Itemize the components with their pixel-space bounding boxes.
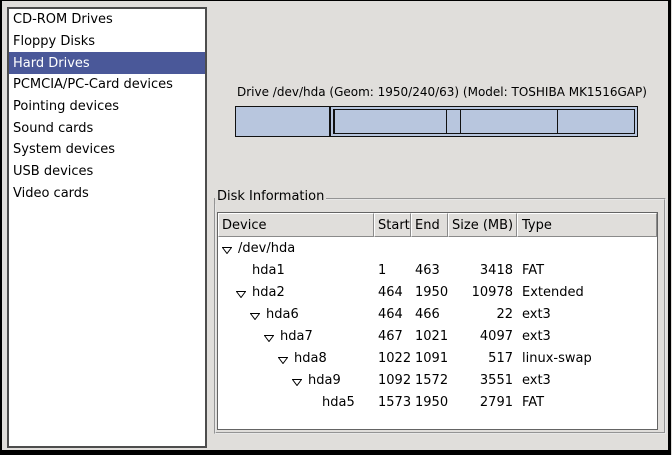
- category-item[interactable]: Video cards: [9, 183, 205, 205]
- expander-icon[interactable]: [222, 247, 232, 254]
- category-item[interactable]: Sound cards: [9, 117, 205, 139]
- size-value: 2791: [448, 395, 517, 410]
- disk-information-table: DeviceStartEndSize (MB)Type /dev/hda hda1…: [217, 212, 658, 430]
- size-value: 3418: [448, 263, 517, 278]
- type-value: Extended: [517, 285, 657, 300]
- expander-icon[interactable]: [236, 291, 246, 298]
- start-value: 1092: [374, 373, 411, 388]
- type-value: ext3: [517, 307, 657, 322]
- device-name: hda2: [252, 285, 285, 300]
- category-item[interactable]: USB devices: [9, 161, 205, 183]
- device-name: hda7: [280, 329, 313, 344]
- expander-icon[interactable]: [278, 357, 288, 364]
- category-item[interactable]: PCMCIA/PC-Card devices: [9, 74, 205, 96]
- start-value: 467: [374, 329, 411, 344]
- disk-information-label: Disk Information: [215, 189, 326, 204]
- table-row-hda6[interactable]: hda6 46446622ext3: [218, 303, 657, 325]
- category-item[interactable]: System devices: [9, 139, 205, 161]
- table-header-row: DeviceStartEndSize (MB)Type: [218, 213, 657, 237]
- column-header-end[interactable]: End: [411, 213, 448, 237]
- table-row--dev-hda[interactable]: /dev/hda: [218, 237, 657, 259]
- type-value: linux-swap: [517, 351, 657, 366]
- device-category-list: CD-ROM DrivesFloppy DisksHard DrivesPCMC…: [7, 7, 207, 448]
- start-value: 1022: [374, 351, 411, 366]
- partition-segment-hda9: [461, 110, 558, 133]
- start-value: 464: [374, 307, 411, 322]
- type-value: ext3: [517, 329, 657, 344]
- drive-info-label: Drive /dev/hda (Geom: 1950/240/63) (Mode…: [237, 85, 647, 99]
- end-value: 1572: [411, 373, 448, 388]
- expander-icon[interactable]: [250, 313, 260, 320]
- size-value: 517: [448, 351, 517, 366]
- size-value: 22: [448, 307, 517, 322]
- type-value: FAT: [517, 263, 657, 278]
- device-name: hda6: [266, 307, 299, 322]
- type-value: FAT: [517, 395, 657, 410]
- type-value: ext3: [517, 373, 657, 388]
- end-value: 1021: [411, 329, 448, 344]
- start-value: 1: [374, 263, 411, 278]
- table-row-hda2[interactable]: hda2 464195010978Extended: [218, 281, 657, 303]
- partition-bar: [235, 106, 638, 137]
- device-name: hda1: [252, 263, 285, 278]
- category-item[interactable]: Hard Drives: [9, 52, 205, 74]
- end-value: 1950: [411, 395, 448, 410]
- start-value: 464: [374, 285, 411, 300]
- column-header-start[interactable]: Start: [374, 213, 411, 237]
- partition-segment-hda7: [335, 110, 447, 133]
- logical-partitions: [333, 109, 635, 134]
- category-item[interactable]: Floppy Disks: [9, 31, 205, 53]
- partition-segment-extended: [331, 107, 637, 136]
- table-row-hda8[interactable]: hda8 10221091517linux-swap: [218, 347, 657, 369]
- end-value: 1091: [411, 351, 448, 366]
- device-name: /dev/hda: [238, 241, 295, 256]
- size-value: 10978: [448, 285, 517, 300]
- table-row-hda9[interactable]: hda9 109215723551ext3: [218, 369, 657, 391]
- expander-icon[interactable]: [292, 379, 302, 386]
- size-value: 4097: [448, 329, 517, 344]
- device-name: hda8: [294, 351, 327, 366]
- size-value: 3551: [448, 373, 517, 388]
- category-item[interactable]: Pointing devices: [9, 96, 205, 118]
- device-name: hda5: [322, 395, 355, 410]
- table-row-hda7[interactable]: hda7 46710214097ext3: [218, 325, 657, 347]
- partition-segment-hda5: [558, 110, 634, 133]
- column-header-device[interactable]: Device: [218, 213, 374, 237]
- partition-segment-hda8: [447, 110, 461, 133]
- category-item[interactable]: CD-ROM Drives: [9, 9, 205, 31]
- partition-segment-hda1: [236, 107, 331, 136]
- end-value: 463: [411, 263, 448, 278]
- end-value: 466: [411, 307, 448, 322]
- table-row-hda1[interactable]: hda1 14633418FAT: [218, 259, 657, 281]
- column-header-size-mb-[interactable]: Size (MB): [448, 213, 517, 237]
- start-value: 1573: [374, 395, 411, 410]
- column-header-type[interactable]: Type: [517, 213, 657, 237]
- table-row-hda5[interactable]: hda5 157319502791FAT: [218, 391, 657, 413]
- expander-icon[interactable]: [264, 335, 274, 342]
- device-name: hda9: [308, 373, 341, 388]
- end-value: 1950: [411, 285, 448, 300]
